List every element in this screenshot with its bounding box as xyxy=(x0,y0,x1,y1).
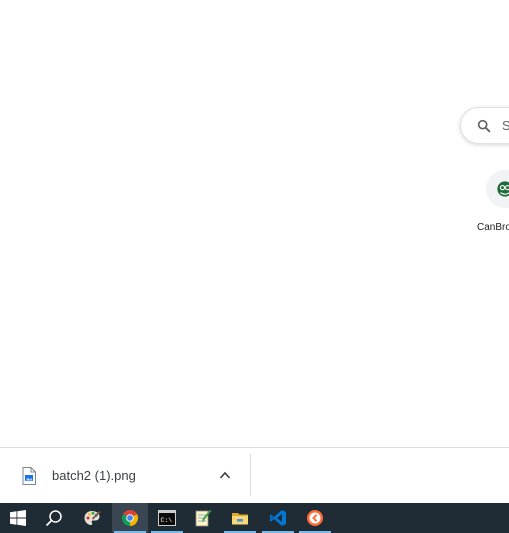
shelf-divider xyxy=(250,454,251,496)
svg-text:C:\: C:\ xyxy=(161,517,173,524)
download-item[interactable]: batch2 (1).png xyxy=(0,448,250,503)
chevron-up-icon[interactable] xyxy=(219,470,231,480)
search-box[interactable]: S xyxy=(460,107,509,144)
shortcut-tile[interactable]: CanBro xyxy=(470,165,509,240)
canbro-app-icon xyxy=(497,181,509,197)
new-tab-page: S CanBro xyxy=(0,0,509,447)
search-placeholder: S xyxy=(502,118,509,133)
taskbar-chrome[interactable] xyxy=(112,503,148,533)
taskbar-file-explorer[interactable] xyxy=(222,503,258,533)
search-icon xyxy=(45,510,62,527)
notepad-icon xyxy=(195,509,212,527)
paint-palette-icon xyxy=(84,510,101,525)
download-file-name: batch2 (1).png xyxy=(52,468,136,483)
screen: S CanBro batch2 (1).png C:\ xyxy=(0,0,509,533)
command-prompt-icon: C:\ xyxy=(158,510,176,526)
chrome-icon xyxy=(121,509,139,526)
taskbar-search-button[interactable] xyxy=(36,503,72,533)
shortcut-icon-circle xyxy=(486,170,509,208)
taskbar-notepad[interactable] xyxy=(185,503,221,533)
taskbar-paint[interactable] xyxy=(74,503,110,533)
shortcut-label: CanBro xyxy=(477,222,509,233)
taskbar-app[interactable] xyxy=(297,503,333,533)
folder-icon xyxy=(232,513,248,525)
taskbar-vscode[interactable] xyxy=(260,503,296,533)
taskbar-terminal[interactable]: C:\ xyxy=(149,503,185,533)
taskbar: C:\ xyxy=(0,503,509,533)
search-icon xyxy=(477,119,491,133)
download-shelf: batch2 (1).png xyxy=(0,447,509,503)
orange-circle-app-icon xyxy=(307,510,323,526)
image-file-icon xyxy=(22,467,36,485)
vscode-icon xyxy=(270,510,286,526)
windows-logo-icon xyxy=(10,510,26,526)
start-button[interactable] xyxy=(0,503,36,533)
